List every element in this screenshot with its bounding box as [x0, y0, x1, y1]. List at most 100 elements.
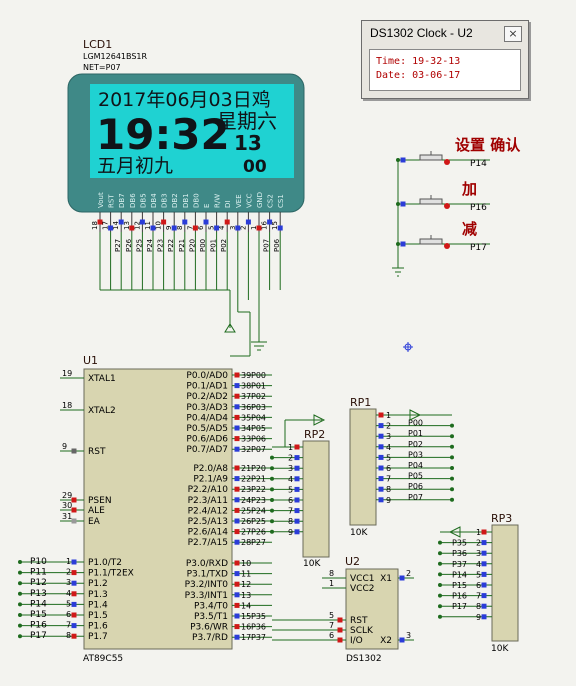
- lcd-time: 19:32: [96, 110, 230, 159]
- junction-dot: [450, 487, 454, 492]
- lcd-pin-name: DB6: [129, 193, 137, 208]
- u1-pin-name: P2.2/A10: [188, 485, 229, 495]
- u1-pin-marker: [234, 581, 240, 587]
- u2-pin-number: 5: [329, 611, 334, 620]
- u1-pin-number: 30: [62, 501, 72, 510]
- rp3-body: [491, 524, 519, 642]
- rp1-pin-marker: [378, 476, 384, 482]
- rp3-pin-marker: [481, 561, 487, 567]
- ds1302-readout: Time: 19-32-13 Date: 03-06-17: [369, 49, 521, 91]
- u1-pin-number: 5: [66, 599, 71, 608]
- bus-net-label: P00: [199, 239, 207, 252]
- u1-pin-net: P00: [251, 371, 266, 380]
- rp2-pin-number: 1: [288, 443, 293, 452]
- lcd-pin-name: DB4: [150, 193, 158, 208]
- close-icon[interactable]: ×: [504, 26, 522, 42]
- lcd-pin-name: GND: [256, 192, 264, 208]
- rp1-pin-number: 3: [386, 432, 391, 441]
- button-state-dot: [444, 159, 450, 165]
- u2-pin-number: 3: [406, 631, 411, 640]
- rp3-pin-marker: [481, 550, 487, 556]
- rp1-pin-marker: [378, 454, 384, 460]
- button-state-dot: [444, 243, 450, 249]
- bus-net-label: P26: [125, 238, 133, 252]
- rp3-net: P17: [452, 602, 467, 611]
- u1-pin-name: P0.1/AD1: [186, 382, 228, 392]
- junction-dot: [270, 487, 274, 492]
- u1-pin-marker: [71, 448, 77, 454]
- lcd-bus-wires: P27 P26 P25 P24 P23 P22 P21 P20 P00 P01 P02 P07 P06: [99, 232, 281, 357]
- rp3-pin-number: 8: [476, 602, 481, 611]
- u1-pin-marker: [234, 393, 240, 399]
- u1-pin-name: P3.4/T0: [194, 601, 228, 611]
- lcd-module[interactable]: LCD1 LGM12641BS1R NET=P07 2017年06月03日鸡 1…: [67, 38, 305, 232]
- u1-pin-name: P0.5/AD5: [186, 424, 228, 434]
- junction-dot: [438, 583, 442, 587]
- u1-pin-net: P03: [251, 403, 266, 412]
- rp2-pin-number: 5: [288, 485, 293, 494]
- u1-pin-name: P1.4: [88, 600, 108, 610]
- rp1-pin-marker: [378, 412, 384, 418]
- rp3-net: P36: [452, 549, 467, 558]
- u1-pin-number: 26: [241, 517, 251, 526]
- rp2-ref: RP2: [304, 428, 325, 441]
- u2-pin-name: RST: [350, 616, 368, 626]
- rp3-pin-marker: [481, 540, 487, 546]
- u1-pin-name: P0.2/AD2: [186, 392, 228, 402]
- button-pin-marker: [400, 201, 406, 207]
- u1-p1-net: P17: [30, 631, 47, 641]
- u1-pin-number: 15: [241, 612, 251, 621]
- rp3-pin-marker: [481, 593, 487, 599]
- rp2-resistor-pack[interactable]: RP2 10K 1 23 45 6 78 9: [270, 414, 330, 569]
- rp1-resistor-pack[interactable]: RP1 10K 12 P003 P014 P025 P036 P047 P058 P069 P0…: [349, 396, 454, 538]
- u2-pin-number: 2: [406, 569, 411, 578]
- u1-pin-name: P0.0/AD0: [186, 371, 228, 381]
- ds1302-clock-window[interactable]: DS1302 Clock - U2 × Time: 19-32-13 Date:…: [361, 20, 529, 99]
- u1-pin-number: 3: [66, 578, 71, 587]
- u1-pin-marker: [234, 571, 240, 577]
- u2-pin-name: VCC1: [350, 574, 374, 584]
- junction-dot: [270, 529, 274, 534]
- u1-microcontroller[interactable]: U1 AT89C55 19XTAL118XTAL29RST29PSEN30ALE…: [18, 354, 272, 664]
- schematic-canvas[interactable]: LCD1 LGM12641BS1R NET=P07 2017年06月03日鸡 1…: [0, 0, 576, 682]
- junction-dot: [18, 581, 22, 586]
- lcd-pin-name: DB1: [182, 193, 190, 208]
- u1-pin-number: 39: [241, 371, 251, 380]
- u1-pin-marker: [71, 633, 77, 639]
- lcd-extra: 00: [243, 157, 267, 177]
- u2-pin-number: 6: [329, 631, 334, 640]
- lcd-lunar: 五月初九: [97, 155, 173, 177]
- rp2-pin-number: 3: [288, 464, 293, 473]
- rp2-pin-marker: [294, 444, 300, 450]
- u2-rtc-chip[interactable]: U2 DS1302 8 VCC1 1 VCC2 5 RST 7 SCLK 6 I/O X1 2 X2 3: [272, 555, 414, 664]
- lcd-ref: LCD1: [83, 38, 112, 51]
- junction-dot: [270, 498, 274, 502]
- junction-dot: [270, 466, 274, 471]
- u1-pin-marker: [71, 612, 77, 618]
- u1-pin-marker: [234, 436, 240, 442]
- u1-pin-marker: [234, 507, 240, 513]
- rp2-pin-marker: [294, 465, 300, 471]
- rp2-pin-number: 8: [288, 517, 293, 526]
- rp3-pin-number: 6: [476, 581, 481, 590]
- junction-dot: [18, 591, 22, 596]
- rp2-body: [302, 440, 330, 558]
- u1-pin-marker: [71, 623, 77, 629]
- rp2-pin-marker: [294, 486, 300, 492]
- rp3-resistor-pack[interactable]: RP3 10K 1 2 P35 3 P36 4 P37 5 P14 6 P15 7 P16 8 P17 9: [438, 512, 519, 654]
- u1-part: AT89C55: [83, 654, 123, 664]
- u1-p1-net: P11: [30, 568, 47, 578]
- bus-net-label: P21: [178, 239, 186, 252]
- rp3-pin-number: 3: [476, 549, 481, 558]
- u1-pin-name: P0.7/AD7: [186, 445, 228, 455]
- u1-pin-net: P35: [251, 612, 266, 621]
- button-label: 设置 确认: [455, 136, 521, 154]
- u1-pin-number: 13: [241, 591, 251, 600]
- u1-pin-number: 7: [66, 621, 71, 630]
- u1-pin-marker: [71, 570, 77, 576]
- rp3-net: P35: [452, 539, 467, 548]
- u1-pin-number: 23: [241, 485, 251, 494]
- junction-dot: [270, 508, 274, 513]
- u2-pin-number: 7: [329, 621, 334, 630]
- u1-pin-number: 10: [241, 559, 251, 568]
